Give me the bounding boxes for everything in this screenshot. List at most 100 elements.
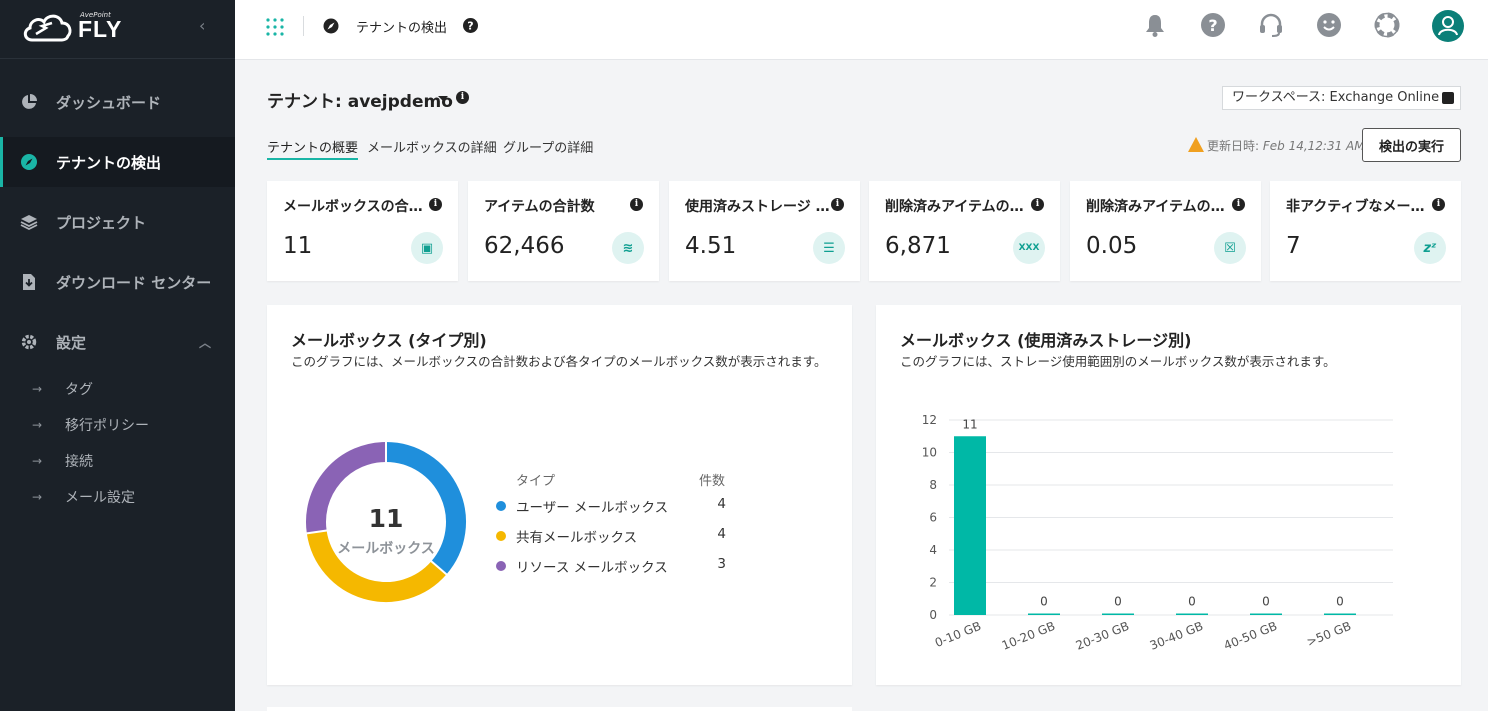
app-grid-icon[interactable] xyxy=(265,17,285,37)
x-tick-label: 10-20 GB xyxy=(1000,619,1057,653)
legend-label: リソース メールボックス xyxy=(516,560,668,576)
bell-icon[interactable] xyxy=(1142,12,1168,38)
sidebar-subitem-mail-settings[interactable]: → メール設定 xyxy=(0,485,235,509)
legend-item[interactable]: リソース メールボックス 3 xyxy=(496,556,731,576)
sidebar-item-settings[interactable]: 設定 ︿ xyxy=(0,317,235,367)
mailbox-storage-panel: メールボックス (使用済みストレージ別) このグラフには、ストレージ使用範囲別の… xyxy=(876,305,1461,685)
card-title: アイテムの合計数 xyxy=(484,199,595,215)
compass-icon xyxy=(323,18,339,34)
bar[interactable] xyxy=(954,436,986,615)
legend-item[interactable]: ユーザー メールボックス 4 xyxy=(496,496,731,516)
updated-label: 更新日時: xyxy=(1207,139,1263,153)
info-icon[interactable]: i xyxy=(630,198,643,211)
smiley-icon[interactable] xyxy=(1316,12,1342,38)
info-icon[interactable]: i xyxy=(1031,198,1044,211)
info-icon[interactable]: i xyxy=(831,198,844,211)
bar-data-label: 11 xyxy=(962,417,977,431)
y-tick-label: 2 xyxy=(929,576,937,590)
svg-text:?: ? xyxy=(467,20,473,33)
info-icon[interactable]: i xyxy=(1432,198,1445,211)
mailbox-type-donut-chart: 11 メールボックス xyxy=(305,441,466,602)
summary-card-deleted-items-size: 削除済みアイテムのサイズ i 0.05 ☒ xyxy=(1070,181,1261,281)
headset-icon[interactable] xyxy=(1258,12,1284,38)
sidebar-item-tenant-discovery[interactable]: テナントの検出 xyxy=(0,137,235,187)
pie-chart-icon xyxy=(22,94,37,109)
mailbox-storage-bar-chart: 024681012 110-10 GB010-20 GB020-30 GB030-… xyxy=(922,413,1393,653)
layers-icon xyxy=(20,215,38,231)
sleep-zz-icon: zᶻ xyxy=(1414,232,1446,264)
sidebar-item-download-center[interactable]: ダウンロード センター xyxy=(0,257,235,307)
collapse-sidebar-icon[interactable]: ‹ xyxy=(199,16,205,35)
summary-card-used-storage: 使用済みストレージ (GB) i 4.51 ☰ xyxy=(669,181,860,281)
y-tick-label: 10 xyxy=(922,446,937,460)
sidebar-item-projects[interactable]: プロジェクト xyxy=(0,197,235,247)
y-tick-label: 8 xyxy=(929,478,937,492)
bar[interactable] xyxy=(1324,613,1356,616)
sidebar: AvePoint FLY ‹ ダッシュボード テナントの検出 プロジェクト ダウ… xyxy=(0,0,235,711)
help-circle-icon[interactable]: ? xyxy=(1200,12,1226,38)
panel-title: メールボックス (使用済みストレージ別) xyxy=(900,331,1192,350)
delete-box-icon: ☒ xyxy=(1214,232,1246,264)
lifebuoy-icon[interactable] xyxy=(1374,12,1400,38)
sidebar-subitem-label: 移行ポリシー xyxy=(65,418,149,434)
info-icon[interactable]: i xyxy=(1232,198,1245,211)
tab-group-details[interactable]: グループの詳細 xyxy=(503,137,593,156)
y-tick-label: 12 xyxy=(922,413,937,427)
card-title: 非アクティブなメールボックス xyxy=(1286,199,1431,215)
card-value: 7 xyxy=(1286,233,1301,259)
legend-count: 4 xyxy=(717,496,726,512)
card-title: 削除済みアイテムのサイズ xyxy=(1086,199,1231,215)
tab-mailbox-details[interactable]: メールボックスの詳細 xyxy=(367,137,497,156)
database-icon: ≋ xyxy=(612,232,644,264)
workspace-label: ワークスペース: Exchange Online xyxy=(1232,90,1440,105)
sidebar-divider xyxy=(0,58,235,59)
card-title: メールボックスの合計数 xyxy=(283,199,428,215)
x-tick-label: 40-50 GB xyxy=(1222,619,1279,653)
legend-item[interactable]: 共有メールボックス 4 xyxy=(496,526,731,546)
bar-data-label: 0 xyxy=(1188,595,1196,609)
download-file-icon xyxy=(23,274,35,290)
page-title: テナントの検出 xyxy=(356,21,448,36)
x-tick-label: >50 GB xyxy=(1305,619,1354,649)
card-value: 4.51 xyxy=(685,233,737,259)
legend-color-dot xyxy=(496,561,506,571)
card-value: 6,871 xyxy=(885,233,951,259)
sidebar-subitem-label: メール設定 xyxy=(65,490,135,506)
run-discovery-button[interactable]: 検出の実行 xyxy=(1362,128,1461,162)
sidebar-subitem-migration-policy[interactable]: → 移行ポリシー xyxy=(0,413,235,437)
donut-center-value: 11 xyxy=(369,504,404,533)
card-value: 62,466 xyxy=(484,233,565,259)
sidebar-item-label: プロジェクト xyxy=(56,213,147,232)
bar[interactable] xyxy=(1176,613,1208,616)
info-icon[interactable]: i xyxy=(429,198,442,211)
tab-tenant-overview[interactable]: テナントの概要 xyxy=(267,137,359,160)
card-value: 11 xyxy=(283,233,313,259)
external-link-icon[interactable] xyxy=(1442,92,1454,104)
sidebar-item-dashboard[interactable]: ダッシュボード xyxy=(0,77,235,127)
help-icon[interactable]: ? xyxy=(463,18,478,33)
workspace-selector[interactable]: ワークスペース: Exchange Online xyxy=(1222,86,1461,110)
info-icon[interactable]: i xyxy=(456,91,469,104)
sidebar-item-label: テナントの検出 xyxy=(56,153,162,172)
y-tick-label: 0 xyxy=(929,608,937,622)
sidebar-subitem-tags[interactable]: → タグ xyxy=(0,377,235,401)
arrow-right-icon: → xyxy=(32,382,43,396)
user-avatar-icon[interactable] xyxy=(1432,10,1464,42)
list-icon: ☰ xyxy=(813,232,845,264)
compass-icon xyxy=(21,154,37,170)
bar[interactable] xyxy=(1028,613,1060,616)
bar[interactable] xyxy=(1102,613,1134,616)
deleted-items-icon: XXX xyxy=(1013,232,1045,264)
sidebar-subitem-label: タグ xyxy=(65,382,93,398)
legend-header-type: タイプ xyxy=(516,474,556,489)
legend-color-dot xyxy=(496,531,506,541)
arrow-right-icon: → xyxy=(32,490,43,504)
tenant-dropdown-icon[interactable] xyxy=(438,96,448,101)
chevron-up-icon[interactable]: ︿ xyxy=(199,334,211,351)
x-tick-label: 0-10 GB xyxy=(933,619,983,650)
bar[interactable] xyxy=(1250,613,1282,616)
mailbox-type-panel: メールボックス (タイプ別) このグラフには、メールボックスの合計数および各タイ… xyxy=(267,305,852,685)
last-updated: 更新日時: Feb 14,12:31 AM xyxy=(1188,137,1365,154)
fly-logo[interactable]: AvePoint FLY xyxy=(22,10,132,46)
sidebar-subitem-connections[interactable]: → 接続 xyxy=(0,449,235,473)
